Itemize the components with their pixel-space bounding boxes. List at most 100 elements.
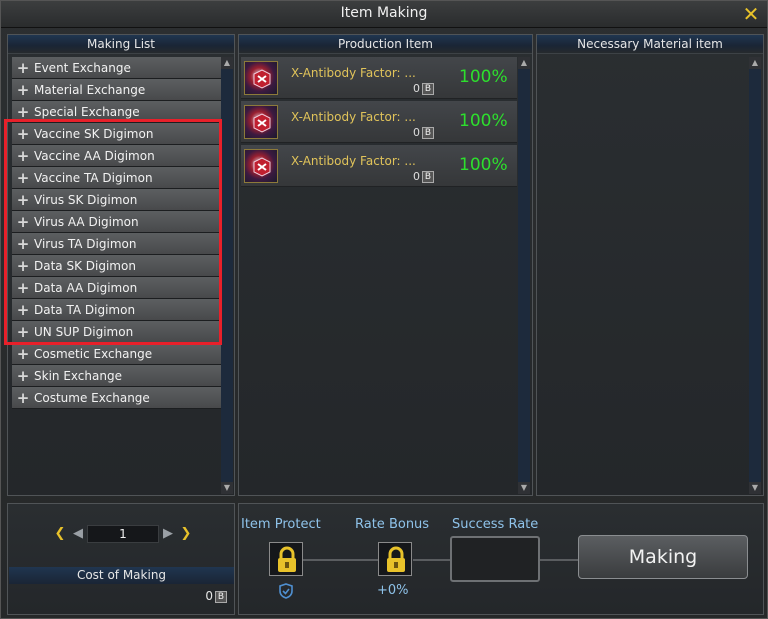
plus-icon[interactable]: +: [12, 279, 34, 297]
production-item-rate: 100%: [459, 111, 508, 131]
plus-icon[interactable]: +: [12, 191, 34, 209]
production-scrollbar[interactable]: ▲ ▼: [518, 57, 530, 494]
making-list-item[interactable]: + Virus TA Digimon: [12, 233, 221, 255]
connector-line: [413, 559, 451, 561]
plus-icon[interactable]: +: [12, 235, 34, 253]
item-protect-label: Item Protect: [241, 517, 321, 532]
plus-icon[interactable]: +: [12, 147, 34, 165]
making-list-item-label: Event Exchange: [34, 60, 131, 75]
making-list-item[interactable]: + Cosmetic Exchange: [12, 343, 221, 365]
making-list-item-label: Costume Exchange: [34, 390, 150, 405]
cost-label: Cost of Making: [9, 567, 234, 584]
plus-icon[interactable]: +: [12, 257, 34, 275]
making-list-item-label: Skin Exchange: [34, 368, 122, 383]
making-list-item[interactable]: + Data TA Digimon: [12, 299, 221, 321]
lock-icon: [278, 546, 296, 572]
rate-bonus-value: +0%: [377, 583, 409, 598]
plus-icon[interactable]: +: [12, 323, 34, 341]
plus-icon[interactable]: +: [12, 389, 34, 407]
making-list-item[interactable]: + Virus SK Digimon: [12, 189, 221, 211]
plus-icon[interactable]: +: [12, 103, 34, 121]
currency-b-icon: B: [422, 83, 434, 95]
cost-amount: 0: [205, 589, 213, 603]
making-list-item-label: Virus AA Digimon: [34, 214, 139, 229]
production-item-count: 0B: [413, 170, 434, 183]
scroll-up-icon[interactable]: ▲: [221, 57, 233, 69]
scroll-up-icon[interactable]: ▲: [518, 57, 530, 69]
plus-icon[interactable]: +: [12, 81, 34, 99]
lock-icon: [387, 546, 405, 572]
production-item-name: X-Antibody Factor: ...: [291, 110, 416, 124]
production-item-name: X-Antibody Factor: ...: [291, 66, 416, 80]
production-item-count: 0B: [413, 126, 434, 139]
antibody-item-icon[interactable]: [244, 105, 278, 139]
making-list-item-label: Vaccine AA Digimon: [34, 148, 155, 163]
plus-icon[interactable]: +: [12, 213, 34, 231]
production-count-value: 0: [413, 170, 420, 183]
item-making-window: Item Making ✕ Making List + Event Exchang…: [0, 0, 768, 619]
making-list-item-label: Data AA Digimon: [34, 280, 138, 295]
materials-scrollbar[interactable]: ▲ ▼: [749, 57, 761, 494]
currency-b-icon: B: [422, 127, 434, 139]
production-count-value: 0: [413, 82, 420, 95]
scroll-down-icon[interactable]: ▼: [749, 482, 761, 494]
making-list-item[interactable]: + Event Exchange: [12, 57, 221, 79]
rate-bonus-slot[interactable]: [378, 542, 412, 576]
close-icon[interactable]: ✕: [741, 4, 761, 24]
making-list-item[interactable]: + Vaccine TA Digimon: [12, 167, 221, 189]
making-list-item-label: Cosmetic Exchange: [34, 346, 153, 361]
making-list-item[interactable]: + Vaccine SK Digimon: [12, 123, 221, 145]
quantity-input[interactable]: 1: [87, 525, 159, 543]
making-list-panel: Making List + Event Exchange + Material Exc…: [7, 34, 235, 496]
plus-icon[interactable]: +: [12, 59, 34, 77]
making-list-item[interactable]: + Virus AA Digimon: [12, 211, 221, 233]
making-list-item[interactable]: + Costume Exchange: [12, 387, 221, 409]
making-list-item[interactable]: + Vaccine AA Digimon: [12, 145, 221, 167]
scroll-up-icon[interactable]: ▲: [749, 57, 761, 69]
last-arrow-icon[interactable]: ❯: [179, 525, 193, 543]
making-list-item[interactable]: + Material Exchange: [12, 79, 221, 101]
quantity-stepper[interactable]: ❮ ◀ 1 ▶ ❯: [53, 525, 193, 543]
materials-panel: Necessary Material item ▲ ▼: [536, 34, 764, 496]
making-list-item-label: UN SUP Digimon: [34, 324, 134, 339]
next-arrow-icon[interactable]: ▶: [161, 525, 175, 543]
scroll-down-icon[interactable]: ▼: [518, 482, 530, 494]
connector-line: [540, 559, 578, 561]
making-list-item[interactable]: + Skin Exchange: [12, 365, 221, 387]
production-item-rate: 100%: [459, 155, 508, 175]
making-list-scrollbar[interactable]: ▲ ▼: [221, 57, 233, 494]
materials-header: Necessary Material item: [537, 35, 763, 54]
success-rate-display: [450, 536, 540, 582]
rate-bonus-label: Rate Bonus: [355, 517, 430, 532]
making-list-item[interactable]: + Special Exchange: [12, 101, 221, 123]
first-arrow-icon[interactable]: ❮: [53, 525, 67, 543]
shield-icon: [279, 583, 293, 599]
plus-icon[interactable]: +: [12, 169, 34, 187]
plus-icon[interactable]: +: [12, 345, 34, 363]
item-protect-slot[interactable]: [269, 542, 303, 576]
making-list-item[interactable]: + UN SUP Digimon: [12, 321, 221, 343]
making-list-item[interactable]: + Data SK Digimon: [12, 255, 221, 277]
production-row[interactable]: X-Antibody Factor: ... 0 B 100%: [241, 145, 517, 187]
production-item-count: 0B: [413, 82, 434, 95]
window-title: Item Making: [340, 5, 428, 21]
making-list-item[interactable]: + Data AA Digimon: [12, 277, 221, 299]
plus-icon[interactable]: +: [12, 301, 34, 319]
production-item-rate: 100%: [459, 67, 508, 87]
scroll-down-icon[interactable]: ▼: [221, 482, 233, 494]
making-list: + Event Exchange + Material Exchange + Specia…: [12, 57, 221, 409]
prev-arrow-icon[interactable]: ◀: [71, 525, 85, 543]
production-count-value: 0: [413, 126, 420, 139]
making-button[interactable]: Making: [578, 535, 748, 579]
making-list-header: Making List: [8, 35, 234, 54]
production-header: Production Item: [239, 35, 532, 54]
plus-icon[interactable]: +: [12, 367, 34, 385]
titlebar[interactable]: Item Making ✕: [1, 1, 767, 28]
making-list-item-label: Data TA Digimon: [34, 302, 136, 317]
production-panel: Production Item X-Antibody Factor: ... 0 B…: [238, 34, 533, 496]
production-row[interactable]: X-Antibody Factor: ... 0 B 100%: [241, 57, 517, 99]
antibody-item-icon[interactable]: [244, 61, 278, 95]
production-row[interactable]: X-Antibody Factor: ... 0 B 100%: [241, 101, 517, 143]
plus-icon[interactable]: +: [12, 125, 34, 143]
antibody-item-icon[interactable]: [244, 149, 278, 183]
